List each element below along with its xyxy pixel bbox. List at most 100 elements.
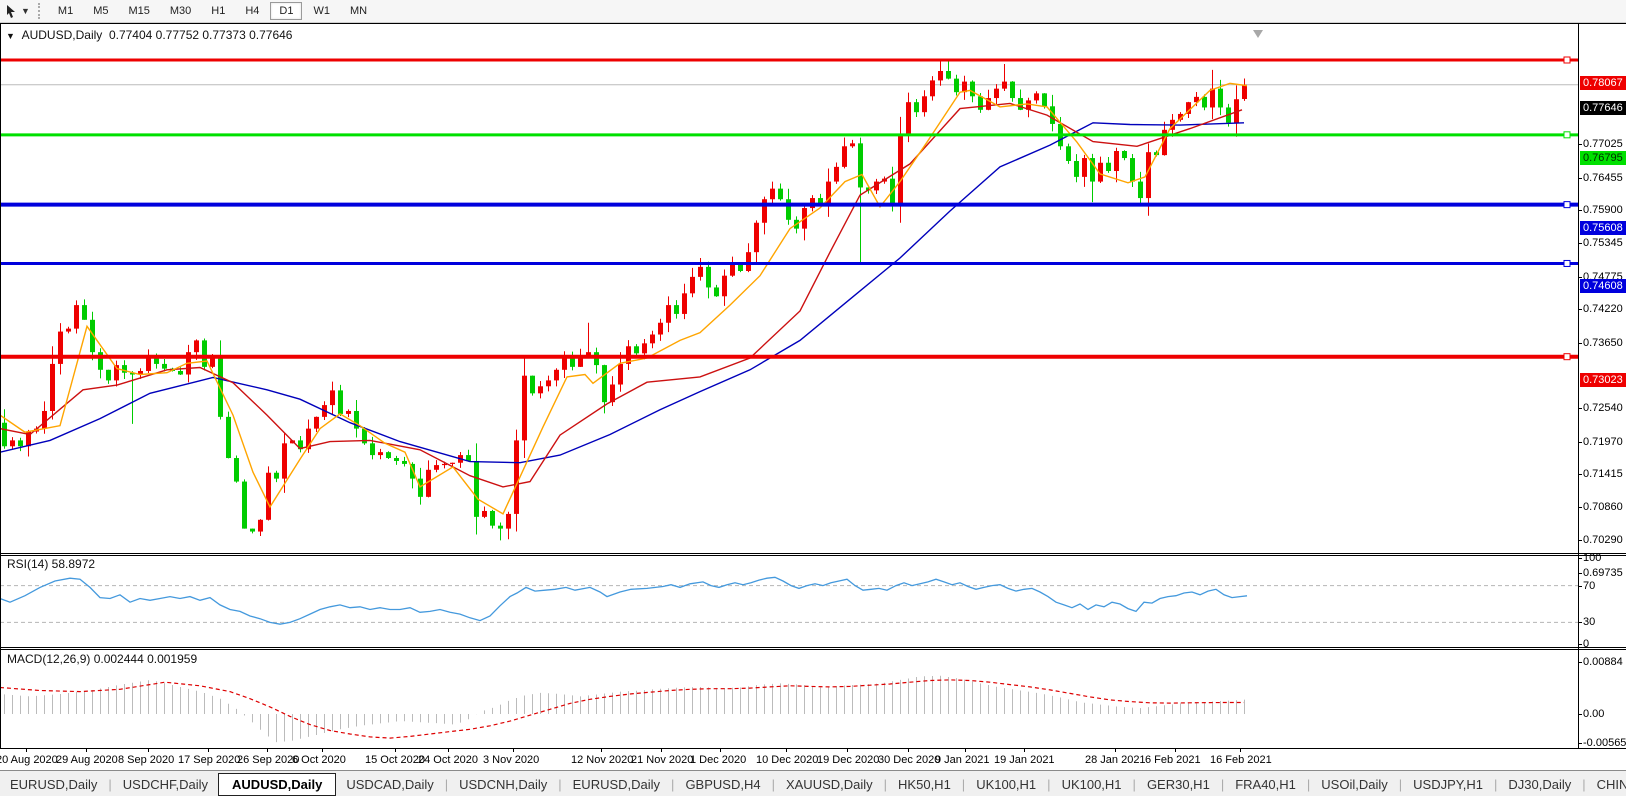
chart-tab-bar: EURUSD,Daily | USDCHF,Daily AUDUSD,Daily USD… <box>0 770 1626 796</box>
timeframe-button-d1[interactable]: D1 <box>270 2 303 20</box>
price-tick <box>1578 243 1582 245</box>
chart-tab-hk50-8[interactable]: HK50,H1 <box>888 774 961 795</box>
hline-handle[interactable] <box>1563 56 1571 64</box>
chart-tab-audusd-2[interactable]: AUDUSD,Daily <box>218 772 337 796</box>
chart-cursor-tool-icon[interactable] <box>4 3 20 19</box>
macd-panel-bottom-border <box>0 748 1626 749</box>
price-tick <box>1578 177 1582 179</box>
chart-tab-usdchf-1[interactable]: USDCHF,Daily <box>113 774 218 795</box>
toolbar-grip <box>37 3 40 19</box>
hline-handle[interactable] <box>1563 353 1571 361</box>
price-tick-label: 0.76455 <box>1583 171 1623 184</box>
timeframe-button-m30[interactable]: M30 <box>161 2 200 20</box>
timeframe-button-w1[interactable]: W1 <box>304 2 339 20</box>
panel-splitter[interactable] <box>0 553 1626 554</box>
tab-separator: | <box>1132 776 1136 792</box>
price-badge: 0.78067 <box>1580 76 1626 90</box>
chart-tab-usdcad-3[interactable]: USDCAD,Daily <box>336 774 443 795</box>
price-tick <box>1578 210 1582 212</box>
price-tick <box>1578 144 1582 146</box>
macd-indicator-label: MACD(12,26,9) 0.002444 0.001959 <box>7 652 198 666</box>
date-label: 26 Sep 2020 <box>237 754 300 766</box>
chevron-down-icon[interactable]: ▼ <box>21 6 30 16</box>
chart-tab-ger30-11[interactable]: GER30,H1 <box>1137 774 1220 795</box>
rsi-chart-canvas[interactable] <box>0 555 1578 647</box>
hline-handle[interactable] <box>1563 131 1571 139</box>
tab-separator: | <box>771 776 775 792</box>
timeframe-button-m15[interactable]: M15 <box>119 2 158 20</box>
rsi-tick <box>1578 585 1582 587</box>
collapse-triangle-icon[interactable]: ▼ <box>6 31 15 41</box>
timeframe-button-m5[interactable]: M5 <box>84 2 117 20</box>
chart-shift-marker-icon[interactable] <box>1253 30 1263 38</box>
macd-tick <box>1578 743 1582 744</box>
price-badge: 0.77646 <box>1580 100 1626 115</box>
chart-tab-usdcnh-4[interactable]: USDCNH,Daily <box>449 774 557 795</box>
price-badge: 0.75608 <box>1580 220 1626 235</box>
rsi-tick <box>1578 558 1582 559</box>
price-tick-label: 0.75345 <box>1583 237 1623 250</box>
price-tick-label: 0.69735 <box>1583 567 1623 580</box>
tab-separator: | <box>1398 776 1403 792</box>
rsi-indicator-label: RSI(14) 58.8972 <box>7 557 96 571</box>
price-tick-label: 0.72540 <box>1583 402 1623 415</box>
price-tick-label: 0.77025 <box>1583 138 1623 151</box>
date-label: 20 Aug 2020 <box>0 754 58 766</box>
timeframe-button-h4[interactable]: H4 <box>236 2 268 20</box>
price-badge: 0.74608 <box>1580 279 1626 294</box>
chart-tab-xauusd-7[interactable]: XAUUSD,Daily <box>776 774 883 795</box>
date-label: 10 Dec 2020 <box>756 754 819 766</box>
tab-separator: | <box>108 776 112 792</box>
chart-tab-dj30-15[interactable]: DJ30,Daily <box>1498 774 1581 795</box>
chart-tab-usdjpy-14[interactable]: USDJPY,H1 <box>1403 774 1493 795</box>
price-tick-label: 0.71970 <box>1583 435 1623 448</box>
date-label: 21 Nov 2020 <box>631 754 694 766</box>
price-tick <box>1578 309 1582 311</box>
chart-tab-uk100-10[interactable]: UK100,H1 <box>1052 774 1132 795</box>
price-badge: 0.73023 <box>1580 372 1626 387</box>
macd-tick <box>1578 662 1582 663</box>
chart-tab-fra40-12[interactable]: FRA40,H1 <box>1225 774 1306 795</box>
mt4-terminal: ▼ M1 M5 M15 M30 H1 H4 D1 W1 MN ▼ AUDUSD,Daily 0.… <box>0 0 1626 796</box>
chart-tab-eurusd-0[interactable]: EURUSD,Daily <box>0 774 107 795</box>
macd-tick-label: -0.005651 <box>1583 737 1626 749</box>
date-label: 1 Dec 2020 <box>690 754 747 766</box>
macd-signal-line <box>0 679 1244 739</box>
timeframe-button-mn[interactable]: MN <box>341 2 376 20</box>
macd-chart-canvas[interactable] <box>0 649 1578 748</box>
chart-tab-eurusd-5[interactable]: EURUSD,Daily <box>563 774 670 795</box>
chart-tab-usoil-13[interactable]: USOil,Daily <box>1311 774 1397 795</box>
price-chart-canvas[interactable] <box>0 24 1578 553</box>
chart-window[interactable]: ▼ AUDUSD,Daily 0.77404 0.77752 0.77373 0… <box>0 23 1626 771</box>
price-tick <box>1578 342 1582 344</box>
panel-splitter[interactable] <box>0 647 1626 648</box>
price-tick-label: 0.74220 <box>1583 303 1623 316</box>
macd-tick-label: 0.00 <box>1583 708 1605 720</box>
macd-tick-label: 0.00884 <box>1583 656 1623 668</box>
ma-fast-orange-line <box>0 82 1248 515</box>
date-label: 6 Feb 2021 <box>1145 754 1201 766</box>
axis-vertical-line <box>1578 24 1579 748</box>
date-label: 6 Oct 2020 <box>292 754 346 766</box>
price-tick-label: 0.70860 <box>1583 500 1623 513</box>
hline-handle[interactable] <box>1563 201 1571 209</box>
date-label: 30 Dec 2020 <box>878 754 941 766</box>
chart-tab-gbpusd-6[interactable]: GBPUSD,H4 <box>675 774 770 795</box>
price-tick <box>1578 506 1582 508</box>
timeframe-toolbar: ▼ M1 M5 M15 M30 H1 H4 D1 W1 MN <box>0 0 1626 23</box>
time-axis: 20 Aug 2020 29 Aug 2020 8 Sep 2020 17 Sep 2… <box>0 748 1578 771</box>
chart-title: ▼ AUDUSD,Daily 0.77404 0.77752 0.77373 0… <box>6 28 292 42</box>
timeframe-button-h1[interactable]: H1 <box>202 2 234 20</box>
chart-tab-china300-16[interactable]: CHINA300,H1 <box>1587 774 1626 795</box>
price-tick <box>1578 276 1582 278</box>
timeframe-button-m1[interactable]: M1 <box>49 2 82 20</box>
price-tick-label: 0.71415 <box>1583 468 1623 481</box>
price-tick <box>1578 408 1582 410</box>
tab-separator: | <box>671 776 675 792</box>
rsi-tick <box>1578 622 1582 624</box>
date-label: 17 Sep 2020 <box>178 754 241 766</box>
ma-slow-blue-line <box>0 122 1245 464</box>
date-label: 24 Oct 2020 <box>418 754 478 766</box>
hline-handle[interactable] <box>1563 259 1571 267</box>
chart-tab-uk100-9[interactable]: UK100,H1 <box>966 774 1046 795</box>
